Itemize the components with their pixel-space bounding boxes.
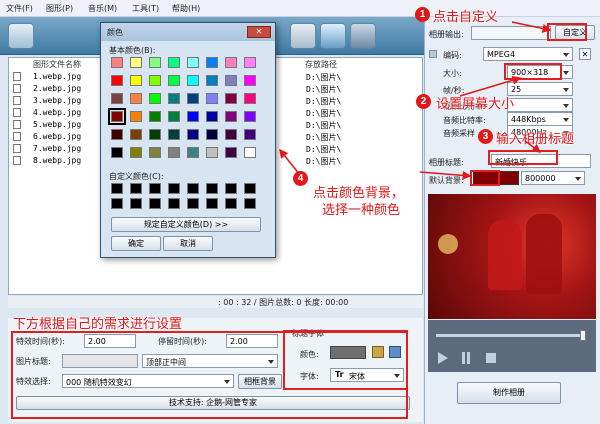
arrow-4b bbox=[279, 148, 301, 176]
arrow-1 bbox=[511, 21, 552, 33]
arrow-4a bbox=[419, 170, 472, 180]
arrow-3 bbox=[524, 140, 542, 153]
app-window: 文件(F) 图形(P) 音乐(M) 工具(T) 帮助(H) 图形文件名称 存放路… bbox=[0, 0, 600, 424]
arrow-2 bbox=[459, 75, 522, 97]
annotation-arrows bbox=[279, 21, 552, 180]
